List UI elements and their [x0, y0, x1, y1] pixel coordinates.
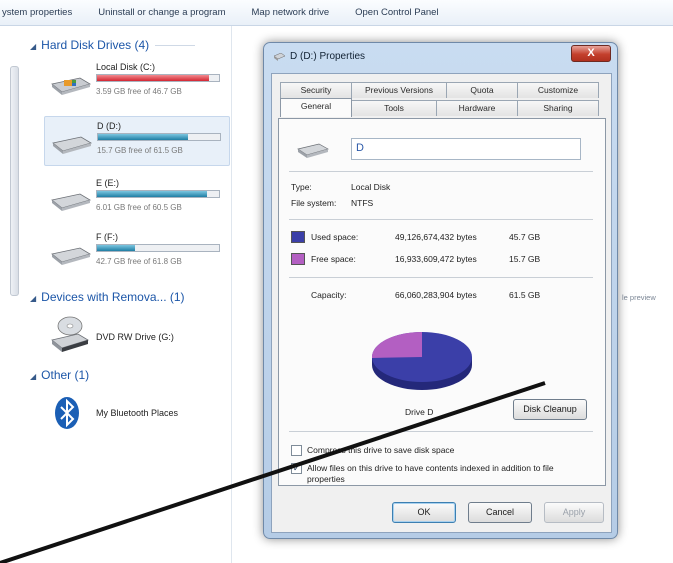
used-space-label: Used space:	[311, 232, 359, 242]
capacity-label: Capacity:	[311, 290, 347, 300]
index-label: Allow files on this drive to have conten…	[307, 463, 554, 484]
drive-name: E (E:)	[96, 178, 120, 188]
free-space-text: 6.01 GB free of 60.5 GB	[96, 203, 182, 212]
dialog-title-bar: D (D:) Properties	[274, 51, 365, 62]
capacity-gb: 61.5 GB	[509, 290, 541, 300]
drive-name: Local Disk (C:)	[96, 62, 156, 72]
hard-drive-icon	[51, 193, 91, 211]
index-checkbox[interactable]: ✓	[291, 463, 302, 474]
type-value: Local Disk	[351, 182, 391, 192]
free-space-label: Free space:	[311, 254, 356, 264]
tab-customize[interactable]: Customize	[517, 82, 599, 98]
general-tab-page: D Type: Local Disk File system: NTFS Use…	[278, 118, 606, 486]
close-button[interactable]: X	[571, 45, 611, 62]
file-system-label: File system:	[291, 198, 337, 208]
pie-slice-free	[372, 332, 422, 358]
divider	[289, 171, 593, 172]
disk-cleanup-button[interactable]: Disk Cleanup	[513, 399, 587, 420]
capacity-bytes: 66,060,283,904 bytes	[395, 290, 477, 300]
dvd-drive[interactable]: DVD RW Drive (G:)	[44, 314, 224, 358]
divider	[289, 219, 593, 220]
type-label: Type:	[291, 182, 312, 192]
file-system-value: NTFS	[351, 198, 374, 208]
collapse-triangle-icon: ◢	[30, 42, 37, 51]
usage-bar	[96, 244, 220, 252]
usage-bar	[97, 133, 221, 141]
dialog-title: D (D:) Properties	[290, 51, 366, 62]
cancel-button[interactable]: Cancel	[468, 502, 532, 523]
dvd-drive-icon	[51, 316, 89, 352]
system-properties-button[interactable]: ystem properties	[2, 7, 72, 18]
compress-checkbox[interactable]	[291, 445, 302, 456]
drive-e[interactable]: E (E:) 6.01 GB free of 60.5 GB	[44, 174, 230, 224]
usage-bar	[96, 190, 220, 198]
other-header[interactable]: ◢ Other (1)	[30, 368, 89, 382]
tab-hardware[interactable]: Hardware	[436, 100, 518, 116]
drive-caption: Drive D	[405, 407, 434, 417]
open-control-panel-button[interactable]: Open Control Panel	[355, 7, 438, 18]
vertical-scrollbar[interactable]	[10, 66, 19, 296]
used-space-gb: 45.7 GB	[509, 232, 541, 242]
drive-name: D (D:)	[97, 121, 121, 131]
disk-usage-pie-chart	[372, 332, 472, 390]
drive-f[interactable]: F (F:) 42.7 GB free of 61.8 GB	[44, 228, 230, 278]
index-option[interactable]: ✓ Allow files on this drive to have cont…	[291, 463, 591, 487]
dialog-body: Security Previous Versions Quota Customi…	[271, 73, 612, 533]
free-space-bytes: 16,933,609,472 bytes	[395, 254, 477, 264]
preview-pane-text: le preview	[622, 293, 656, 302]
tab-tools[interactable]: Tools	[351, 100, 437, 116]
hard-drive-icon	[51, 247, 91, 265]
tab-security[interactable]: Security	[280, 82, 352, 98]
apply-button[interactable]: Apply	[544, 502, 604, 523]
used-space-row: Used space: 49,126,674,432 bytes 45.7 GB	[291, 231, 591, 245]
free-space-swatch	[291, 253, 305, 265]
tab-row-front: General Tools Hardware Sharing	[280, 98, 599, 119]
used-space-swatch	[291, 231, 305, 243]
dvd-drive-label: DVD RW Drive (G:)	[96, 332, 174, 342]
collapse-triangle-icon: ◢	[30, 294, 37, 303]
bluetooth-icon	[55, 397, 79, 429]
free-space-text: 3.59 GB free of 46.7 GB	[96, 87, 182, 96]
volume-label-input[interactable]: D	[351, 138, 581, 160]
compress-label: Compress this drive to save disk space	[307, 445, 455, 455]
removable-devices-header[interactable]: ◢ Devices with Remova... (1)	[30, 290, 185, 304]
bluetooth-places[interactable]: My Bluetooth Places	[44, 392, 224, 436]
hard-drive-icon	[52, 136, 92, 154]
computer-drive-list: ◢ Hard Disk Drives (4) Local Disk (C:) 3.…	[0, 26, 232, 563]
tab-sharing[interactable]: Sharing	[517, 100, 599, 116]
divider	[289, 277, 593, 278]
disk-usage-pie	[367, 327, 477, 397]
hard-drive-icon	[297, 143, 329, 158]
properties-dialog: D (D:) Properties X Security Previous Ve…	[263, 42, 618, 539]
free-space-text: 15.7 GB free of 61.5 GB	[97, 146, 183, 155]
free-space-text: 42.7 GB free of 61.8 GB	[96, 257, 182, 266]
tab-general[interactable]: General	[280, 98, 352, 117]
free-space-gb: 15.7 GB	[509, 254, 541, 264]
tab-row-back: Security Previous Versions Quota Customi…	[280, 82, 599, 98]
hard-disk-drives-header[interactable]: ◢ Hard Disk Drives (4)	[30, 38, 196, 52]
compress-option[interactable]: Compress this drive to save disk space	[291, 445, 591, 457]
used-space-bytes: 49,126,674,432 bytes	[395, 232, 477, 242]
free-space-row: Free space: 16,933,609,472 bytes 15.7 GB	[291, 253, 591, 267]
windows-drive-icon	[51, 77, 91, 95]
usage-bar	[96, 74, 220, 82]
tab-previous-versions[interactable]: Previous Versions	[351, 82, 447, 98]
map-network-drive-button[interactable]: Map network drive	[252, 7, 330, 18]
drive-name: F (F:)	[96, 232, 118, 242]
drive-small-icon	[274, 52, 285, 61]
drive-c[interactable]: Local Disk (C:) 3.59 GB free of 46.7 GB	[44, 58, 230, 108]
capacity-row: Capacity: 66,060,283,904 bytes 61.5 GB	[291, 289, 591, 303]
uninstall-program-button[interactable]: Uninstall or change a program	[98, 7, 225, 18]
drive-d[interactable]: D (D:) 15.7 GB free of 61.5 GB	[44, 116, 230, 166]
ok-button[interactable]: OK	[392, 502, 456, 523]
tab-quota[interactable]: Quota	[446, 82, 518, 98]
collapse-triangle-icon: ◢	[30, 372, 37, 381]
bluetooth-label: My Bluetooth Places	[96, 408, 179, 418]
command-bar: ystem properties Uninstall or change a p…	[0, 0, 673, 26]
divider	[289, 431, 593, 432]
